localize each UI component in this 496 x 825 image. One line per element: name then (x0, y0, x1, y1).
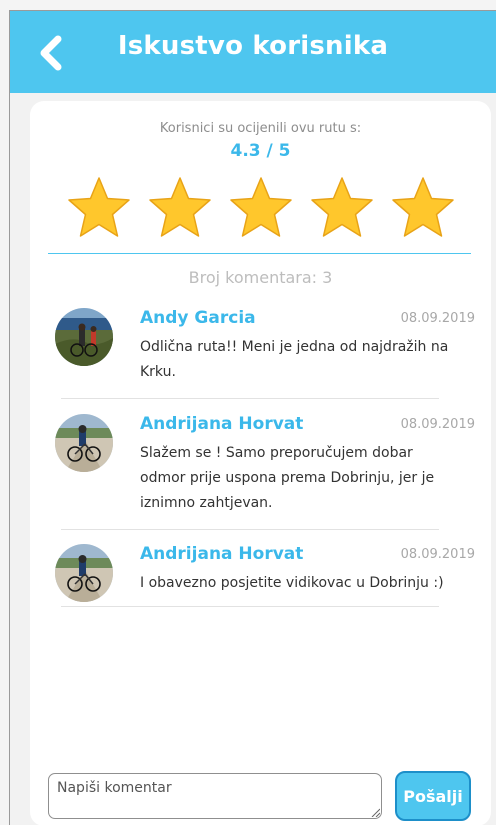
divider (48, 253, 471, 254)
app-frame: Iskustvo korisnika Korisnici su ocijenil… (9, 10, 496, 825)
resize-grip-icon[interactable] (370, 807, 380, 817)
send-button[interactable]: Pošalji (395, 771, 471, 821)
page-title: Iskustvo korisnika (117, 31, 389, 61)
star-icon (311, 177, 373, 237)
comment-text: Slažem se ! Samo preporučujem dobar odmo… (140, 445, 435, 511)
comment-author: Andrijana Horvat (140, 544, 304, 564)
comment-input[interactable] (48, 773, 382, 819)
star-icon (68, 177, 130, 237)
comment-date: 08.09.2019 (400, 547, 475, 562)
rating-value: 4.3 / 5 (230, 141, 291, 161)
top-bar: Iskustvo korisnika (10, 11, 496, 93)
comment-date: 08.09.2019 (400, 311, 475, 326)
avatar (55, 308, 113, 366)
comments-count: Broj komentara: 3 (188, 268, 333, 287)
divider (61, 529, 439, 530)
rating-caption: Korisnici su ocijenili ovu rutu s: (159, 121, 362, 136)
divider (61, 398, 439, 399)
star-icon (230, 177, 292, 237)
star-icon (392, 177, 454, 237)
comment-author: Andy Garcia (140, 308, 256, 328)
star-icon (149, 177, 211, 237)
comment-text: Odlična ruta!! Meni je jedna od najdraži… (140, 339, 449, 380)
comment-text: I obavezno posjetite vidikovac u Dobrinj… (140, 575, 444, 591)
star-rating (66, 175, 456, 241)
avatar (55, 414, 113, 472)
comment-author: Andrijana Horvat (140, 414, 304, 434)
divider (61, 606, 439, 607)
comment-date: 08.09.2019 (400, 417, 475, 432)
avatar (55, 544, 113, 602)
experience-card: Korisnici su ocijenili ovu rutu s: 4.3 /… (30, 101, 491, 825)
